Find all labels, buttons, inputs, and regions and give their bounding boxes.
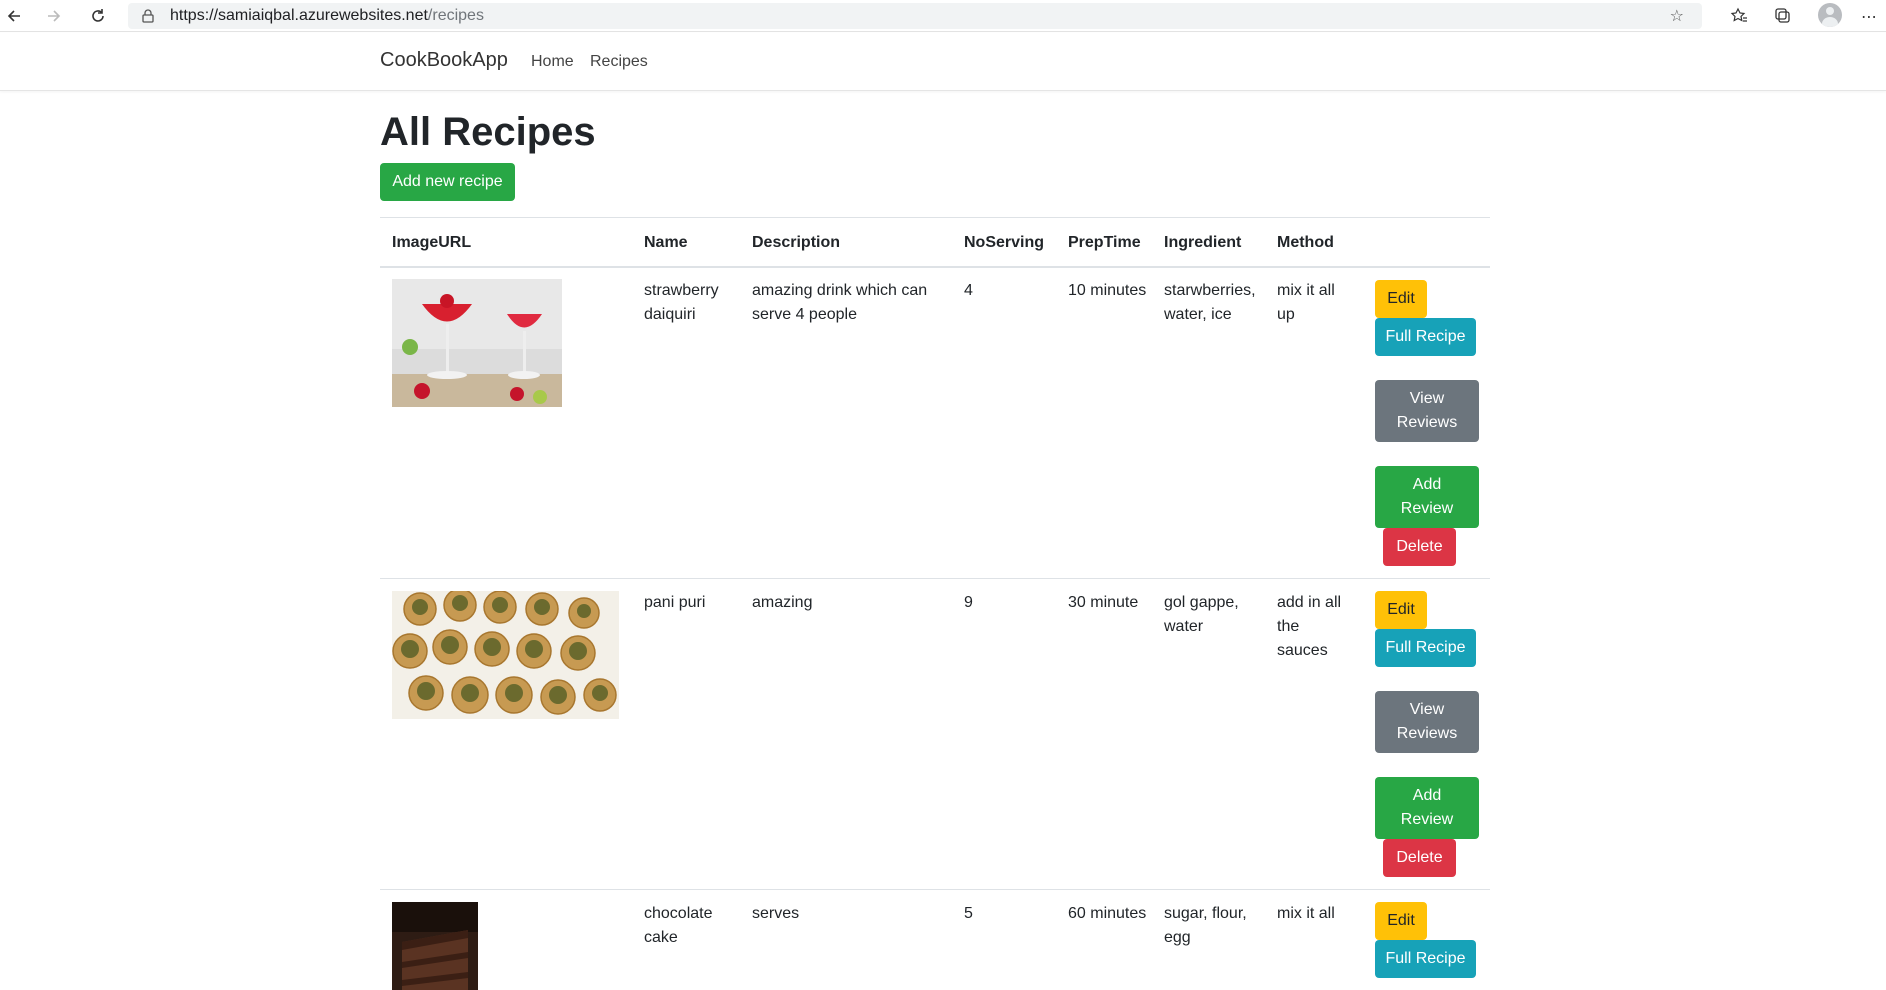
cell-preptime: 30 minute: [1068, 594, 1139, 611]
cell-description: amazing: [752, 594, 813, 611]
cell-ingredient: gol gappe, water: [1164, 594, 1239, 635]
view-reviews-button[interactable]: View Reviews: [1375, 691, 1479, 753]
full-recipe-button[interactable]: Full Recipe: [1375, 629, 1476, 667]
brand-link[interactable]: CookBookApp: [380, 49, 508, 72]
add-new-recipe-button[interactable]: Add new recipe: [380, 163, 515, 201]
url-text: https://samiaiqbal.azurewebsites.net/rec…: [170, 7, 484, 25]
url-path: /recipes: [427, 7, 484, 24]
cell-name: strawberry daiquiri: [644, 282, 719, 323]
header-preptime: PrepTime: [1068, 234, 1141, 251]
favorites-icon[interactable]: [1728, 5, 1750, 27]
pani-puri-photo: [392, 591, 619, 719]
header-description: Description: [752, 234, 841, 251]
url-host: https://samiaiqbal.azurewebsites.net: [170, 7, 428, 24]
site-navbar: CookBookApp Home Recipes: [0, 33, 1886, 91]
browser-toolbar: https://samiaiqbal.azurewebsites.net/rec…: [0, 0, 1886, 32]
profile-avatar[interactable]: [1818, 3, 1842, 27]
cell-ingredient: sugar, flour, egg: [1164, 905, 1247, 946]
add-review-button[interactable]: Add Review: [1375, 777, 1479, 839]
favorite-add-icon[interactable]: ☆: [1670, 6, 1684, 25]
cell-method: mix it all up: [1277, 282, 1335, 323]
edit-button[interactable]: Edit: [1375, 280, 1427, 318]
cell-method: add in all the sauces: [1277, 594, 1342, 659]
header-imageurl: ImageURL: [392, 234, 472, 251]
cell-preptime: 10 minutes: [1068, 282, 1147, 299]
header-ingredient: Ingredient: [1164, 234, 1242, 251]
lock-icon: [142, 9, 154, 23]
edit-button[interactable]: Edit: [1375, 902, 1427, 940]
cell-method: mix it all: [1277, 905, 1335, 922]
header-name: Name: [644, 234, 688, 251]
delete-button[interactable]: Delete: [1383, 839, 1456, 877]
full-recipe-button[interactable]: Full Recipe: [1375, 318, 1476, 356]
header-method: Method: [1277, 234, 1334, 251]
edit-button[interactable]: Edit: [1375, 591, 1427, 629]
delete-button[interactable]: Delete: [1383, 528, 1456, 566]
page-title: All Recipes: [380, 110, 596, 154]
cell-name: chocolate cake: [644, 905, 713, 946]
full-recipe-button[interactable]: Full Recipe: [1375, 940, 1476, 978]
collections-icon[interactable]: [1772, 5, 1794, 27]
more-menu-icon[interactable]: ⋯: [1858, 5, 1880, 27]
chocolate-cake-photo: [392, 902, 478, 990]
header-noserving: NoServing: [964, 234, 1045, 251]
address-bar[interactable]: https://samiaiqbal.azurewebsites.net/rec…: [128, 3, 1702, 29]
cell-description: amazing drink which can serve 4 people: [752, 282, 928, 323]
forward-icon[interactable]: [44, 6, 64, 26]
cell-noserving: 5: [964, 905, 973, 922]
cell-ingredient: starwberries, water, ice: [1164, 282, 1256, 323]
reload-icon[interactable]: [88, 6, 108, 26]
nav-home[interactable]: Home: [531, 53, 574, 71]
cell-noserving: 4: [964, 282, 973, 299]
back-icon[interactable]: [4, 6, 24, 26]
cell-description: serves: [752, 905, 800, 922]
add-review-button[interactable]: Add Review: [1375, 466, 1479, 528]
cell-noserving: 9: [964, 594, 973, 611]
view-reviews-button[interactable]: View Reviews: [1375, 380, 1479, 442]
strawberry-daiquiri-photo: [392, 279, 562, 407]
cell-preptime: 60 minutes: [1068, 905, 1147, 922]
nav-recipes[interactable]: Recipes: [590, 53, 648, 71]
cell-name: pani puri: [644, 594, 706, 611]
